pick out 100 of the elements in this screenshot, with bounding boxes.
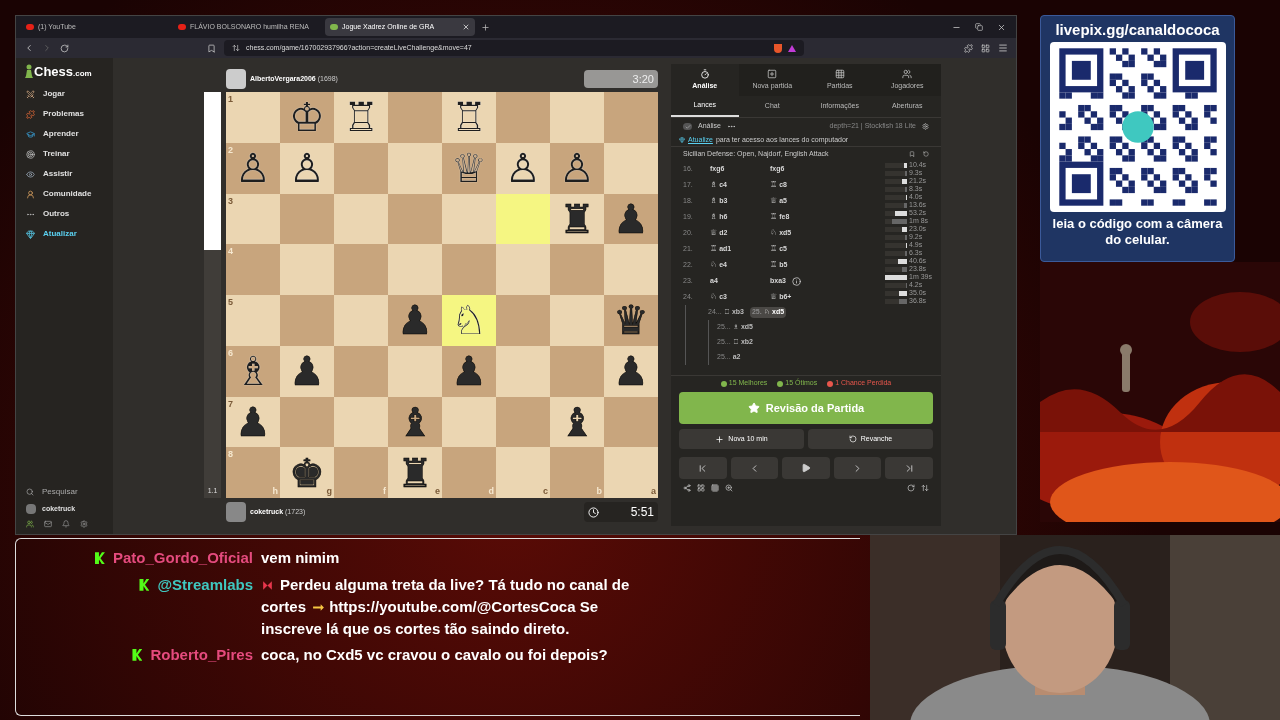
chess-piece[interactable]: ♕ (451, 148, 487, 189)
board-square[interactable] (496, 244, 550, 295)
board-square[interactable] (334, 193, 388, 245)
board-square[interactable] (550, 295, 604, 346)
board-square[interactable] (442, 244, 496, 295)
sidebar-item[interactable]: Comunidade (16, 184, 113, 204)
board-square[interactable] (388, 193, 442, 245)
board-square[interactable]: ♖ (334, 92, 388, 143)
board-square[interactable] (388, 244, 442, 295)
board-square[interactable]: a (604, 447, 658, 498)
chess-piece[interactable]: ♟ (613, 351, 649, 392)
new-tab-icon[interactable] (481, 22, 490, 32)
chess-piece[interactable]: ♙ (235, 148, 271, 189)
chat-link[interactable]: https://youtube.com/@CortesCoca (329, 597, 576, 615)
chess-piece[interactable]: ♟ (613, 198, 649, 239)
chess-piece[interactable]: ♝ (559, 401, 595, 442)
sidebar-item[interactable]: Atualizar (16, 224, 113, 244)
board-square[interactable]: ♙ (496, 142, 550, 194)
search-label[interactable]: Pesquisar (42, 485, 78, 498)
sidebar-item[interactable]: Jogar (16, 84, 113, 104)
chess-piece[interactable]: ♔ (289, 97, 325, 138)
board-square[interactable] (496, 396, 550, 448)
board-square[interactable] (550, 345, 604, 397)
chess-piece[interactable]: ♜ (397, 452, 433, 493)
board-square[interactable] (496, 345, 550, 397)
board-square[interactable] (280, 295, 334, 346)
site-settings-icon[interactable] (232, 44, 240, 52)
chess-piece[interactable]: ♜ (559, 198, 595, 239)
extensions-icon[interactable] (964, 43, 973, 53)
board-square[interactable]: ♟ (442, 345, 496, 397)
board-square[interactable] (604, 142, 658, 194)
board-square[interactable] (604, 396, 658, 448)
mail-icon[interactable] (44, 520, 52, 528)
triangle-icon[interactable] (788, 44, 796, 52)
board-square[interactable]: 3 (226, 193, 280, 245)
board-square[interactable] (496, 295, 550, 346)
sidebar-item[interactable]: Treinar (16, 144, 113, 164)
sidebar-item[interactable]: Outros (16, 204, 113, 224)
chess-piece[interactable]: ♝ (397, 401, 433, 442)
board-square[interactable]: ♔ (280, 92, 334, 143)
board-square[interactable]: 1 (226, 92, 280, 143)
menu-icon[interactable] (998, 43, 1008, 53)
logo[interactable]: Chess.com (34, 65, 92, 78)
board-square[interactable]: ♟ (604, 345, 658, 397)
flip-board-icon[interactable] (921, 484, 929, 492)
friends-icon[interactable] (26, 520, 34, 528)
chess-piece[interactable]: ♟ (289, 351, 325, 392)
chess-piece[interactable]: ♛ (613, 300, 649, 341)
board-square[interactable] (550, 92, 604, 143)
chess-piece[interactable]: ♙ (559, 148, 595, 189)
chess-piece[interactable]: ♟ (235, 401, 271, 442)
chat-username[interactable]: Pato_Gordo_Oficial (112, 547, 253, 570)
board-square[interactable] (334, 295, 388, 346)
board-square[interactable]: c (496, 447, 550, 498)
zoom-icon[interactable] (725, 484, 733, 492)
board-square[interactable] (388, 92, 442, 143)
board-square[interactable]: ♛ (604, 295, 658, 346)
sidebar-item[interactable]: Aprender (16, 124, 113, 144)
chess-piece[interactable]: ♖ (451, 97, 487, 138)
back-icon[interactable] (24, 43, 34, 53)
chess-piece[interactable]: ♖ (343, 97, 379, 138)
analysis-toggle[interactable] (683, 123, 692, 130)
reload-icon[interactable] (60, 43, 69, 53)
book-icon[interactable] (909, 151, 915, 157)
board-square[interactable]: ♟ (604, 193, 658, 245)
chess-piece[interactable]: ♚ (289, 452, 325, 493)
chess-piece[interactable]: ♗ (235, 351, 271, 392)
board-square[interactable] (442, 193, 496, 245)
more-icon[interactable] (726, 122, 736, 131)
board-square[interactable]: ♕ (442, 142, 496, 194)
board-square[interactable] (280, 193, 334, 245)
settings-icon[interactable] (922, 123, 929, 130)
board-square[interactable] (334, 142, 388, 194)
play-button[interactable] (782, 457, 830, 479)
sidebar-item[interactable]: Assistir (16, 164, 113, 184)
chat-username[interactable]: Roberto_Pires (150, 643, 253, 666)
board-square[interactable]: ♖ (442, 92, 496, 143)
chess-piece[interactable]: ♟ (451, 351, 487, 392)
board-square[interactable]: ♝ (550, 396, 604, 448)
sidebar-icon[interactable] (981, 43, 990, 53)
board-icon[interactable] (697, 484, 705, 492)
chess-piece[interactable]: ♘ (451, 300, 487, 341)
restore-icon[interactable] (975, 23, 983, 31)
bookmark-icon[interactable] (207, 43, 216, 53)
bell-icon[interactable] (62, 520, 70, 528)
chess-piece[interactable]: ♙ (505, 148, 541, 189)
board-square[interactable] (550, 244, 604, 295)
board-square[interactable]: ♝ (388, 396, 442, 448)
board-square[interactable] (334, 244, 388, 295)
reload-icon[interactable] (907, 484, 915, 492)
shield-icon[interactable] (774, 43, 782, 53)
first-move-button[interactable] (679, 457, 727, 479)
board-square[interactable]: ♜ (550, 193, 604, 245)
board-square[interactable] (604, 244, 658, 295)
board-square[interactable]: ♟ (388, 295, 442, 346)
last-move-button[interactable] (885, 457, 933, 479)
close-icon[interactable] (997, 22, 1006, 32)
board-square[interactable]: ♘ (442, 295, 496, 346)
board-square[interactable]: 5 (226, 295, 280, 346)
close-icon[interactable] (462, 23, 470, 31)
